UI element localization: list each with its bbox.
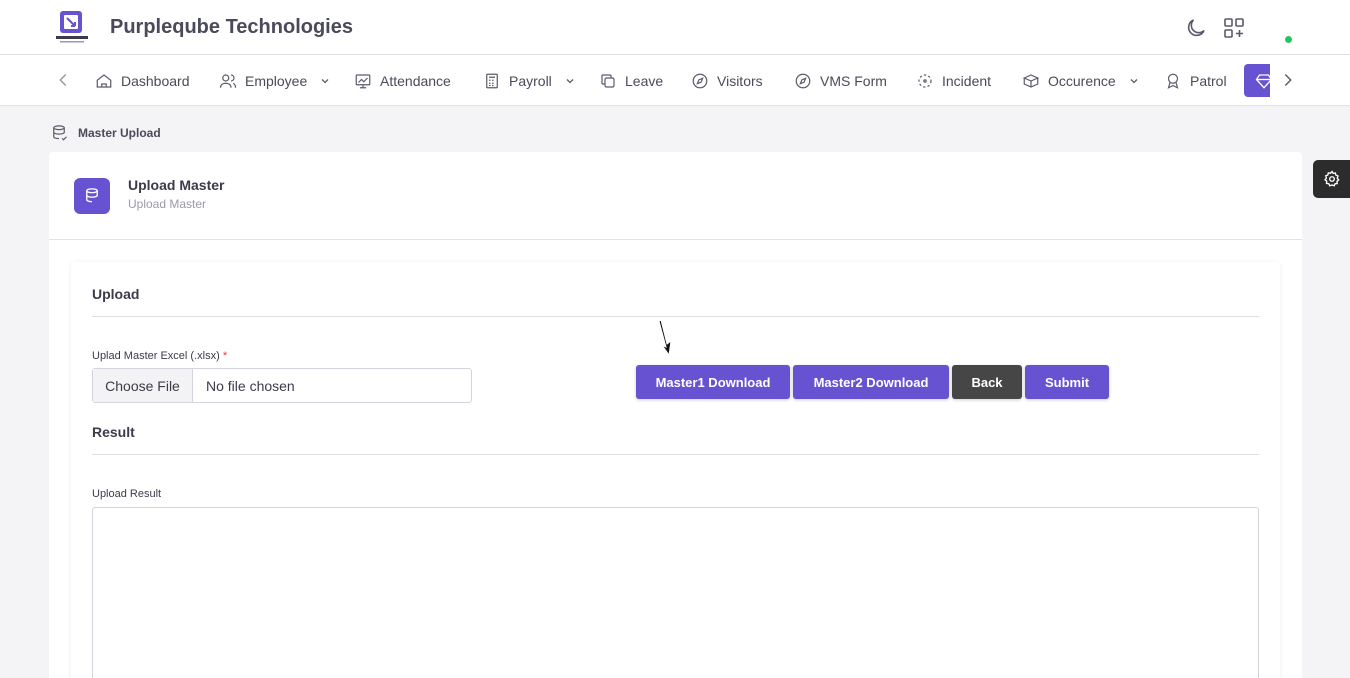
box-icon [1022,73,1040,88]
diamond-icon [1255,74,1270,89]
result-field-label: Upload Result [92,488,162,500]
moon-icon[interactable] [1184,16,1208,40]
compass-icon [692,73,708,88]
nav-item-active[interactable] [1244,64,1270,97]
card-subtitle: Upload Master [128,197,207,211]
apps-add-icon[interactable] [1222,16,1246,40]
nav-item-vms-form[interactable]: VMS Form [794,55,887,105]
upload-section-title: Upload [92,286,140,302]
result-section-title: Result [92,424,135,440]
gear-icon [1323,170,1340,187]
top-header: Purpleqube Technologies [0,0,1350,55]
nav-items: Dashboard Employee Attendance Payroll Le… [80,55,1270,105]
nav-scroll-right-icon[interactable] [1277,69,1299,91]
nav-item-visitors[interactable]: Visitors [691,55,763,105]
breadcrumb: Master Upload [50,124,161,142]
upload-master-card: Upload Master Upload Master Upload Uplad… [49,152,1302,678]
required-mark: * [222,350,228,362]
users-icon [219,73,237,88]
choose-file-button[interactable]: Choose File [93,369,193,402]
brand-name: Purpleqube Technologies [110,16,353,38]
mouse-cursor-icon [658,319,672,357]
nav-item-employee[interactable]: Employee [219,55,331,105]
compass-icon [795,73,811,88]
chevron-down-icon [321,78,329,83]
chart-icon [355,73,371,88]
main-nav: Dashboard Employee Attendance Payroll Le… [0,55,1350,106]
nav-item-patrol[interactable]: Patrol [1164,55,1227,105]
upload-divider [92,316,1259,317]
master-file-input[interactable]: Choose File No file chosen [92,368,472,403]
online-status-dot [1285,36,1292,43]
nav-scroll-left-icon[interactable] [52,69,74,91]
upload-result-textarea[interactable] [92,507,1259,678]
card-header: Upload Master Upload Master [49,152,1302,240]
card-header-icon [74,178,110,214]
company-logo[interactable] [54,9,90,45]
back-button[interactable]: Back [952,365,1022,399]
nav-item-incident[interactable]: Incident [916,55,991,105]
chevron-down-icon [566,78,574,83]
card-title: Upload Master [128,177,225,193]
nav-item-occurence[interactable]: Occurence [1022,55,1140,105]
breadcrumb-label: Master Upload [78,126,161,140]
nav-item-payroll[interactable]: Payroll [483,55,576,105]
home-icon [96,73,112,88]
database-icon [53,125,67,141]
result-divider [92,454,1259,455]
copy-icon [601,73,615,88]
nav-item-attendance[interactable]: Attendance [354,55,451,105]
file-status-text: No file chosen [206,377,295,394]
award-icon [1167,73,1179,89]
nav-item-leave[interactable]: Leave [599,55,663,105]
calculator-icon [486,73,498,88]
chevron-down-icon [1130,78,1138,83]
file-field-label: Uplad Master Excel (.xlsx) * [92,350,228,362]
submit-button[interactable]: Submit [1025,365,1109,399]
database-icon [86,188,98,203]
master1-download-button[interactable]: Master1 Download [636,365,790,399]
settings-toggle[interactable] [1313,160,1350,198]
focus-icon [918,73,932,88]
nav-item-dashboard[interactable]: Dashboard [95,55,190,105]
master2-download-button[interactable]: Master2 Download [793,365,949,399]
